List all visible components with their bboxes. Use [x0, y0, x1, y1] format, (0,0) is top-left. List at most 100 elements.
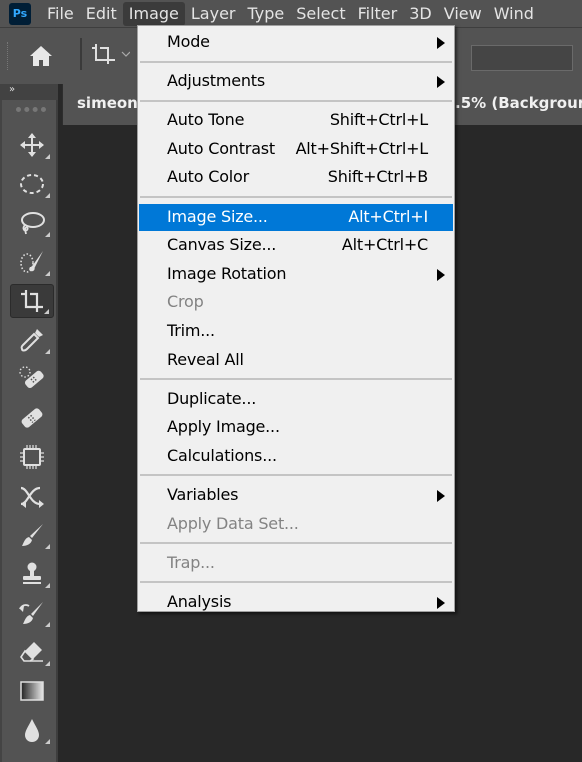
menu-item-label: Auto Tone — [167, 110, 245, 130]
submenu-arrow-icon — [437, 37, 445, 49]
elliptical-marquee-tool[interactable] — [10, 167, 54, 201]
healing-brush-tool[interactable] — [10, 401, 54, 435]
menu-separator — [140, 99, 452, 102]
gradient-tool[interactable] — [10, 674, 54, 708]
menu-item-reveal-all[interactable]: Reveal All — [139, 347, 453, 374]
menu-item-apply-data-set: Apply Data Set... — [139, 511, 453, 538]
menu-item-analysis[interactable]: Analysis — [139, 589, 453, 616]
brush-icon — [22, 524, 43, 546]
menu-item-mode[interactable]: Mode — [139, 29, 453, 56]
patch-tool[interactable] — [10, 440, 54, 474]
patch-icon — [20, 445, 44, 469]
eraser-tool[interactable] — [10, 635, 54, 669]
drop-icon — [25, 719, 39, 742]
options-divider — [80, 38, 82, 70]
document-tab-zoom-layer: .5% (Background — [455, 94, 582, 112]
tool-preset-picker[interactable] — [90, 42, 131, 72]
ellipse-marquee-icon — [20, 174, 44, 194]
move-icon — [20, 133, 44, 157]
eyedropper-icon — [20, 329, 43, 352]
menu-item-label: Reveal All — [167, 349, 244, 369]
clone-stamp-tool[interactable] — [10, 557, 54, 591]
menu-item-image-rotation[interactable]: Image Rotation — [139, 261, 453, 288]
menu-item-trim[interactable]: Trim... — [139, 318, 453, 345]
submenu-indicator — [44, 309, 49, 314]
menu-item-variables[interactable]: Variables — [139, 482, 453, 509]
menu-separator — [140, 60, 452, 63]
options-input-field[interactable] — [471, 45, 573, 71]
stamp-icon — [23, 562, 41, 584]
menu-filter[interactable]: Filter — [352, 2, 404, 26]
gradient-icon — [20, 681, 44, 701]
crop-tool[interactable] — [10, 284, 54, 318]
history-brush-icon — [19, 602, 43, 624]
submenu-indicator — [45, 193, 50, 198]
lasso-tool[interactable] — [10, 206, 54, 240]
menu-item-label: Adjustments — [167, 71, 265, 91]
toolbar-header: » — [0, 84, 58, 100]
submenu-arrow-icon — [437, 489, 445, 502]
options-bar-grip[interactable] — [7, 42, 10, 70]
blur-tool[interactable] — [10, 713, 54, 747]
home-icon — [30, 46, 52, 66]
document-tab-title: simeon- — [77, 94, 145, 112]
menu-item-calculations[interactable]: Calculations... — [139, 443, 453, 470]
menu-item-label: Auto Contrast — [167, 138, 276, 158]
menu-item-label: Calculations... — [167, 445, 277, 465]
eyedropper-tool[interactable] — [10, 323, 54, 357]
menu-window[interactable]: Wind — [488, 2, 540, 26]
menu-item-label: Apply Data Set... — [167, 513, 299, 533]
menu-item-shortcut: Alt+Ctrl+I — [348, 206, 428, 226]
menu-item-canvas-size[interactable]: Canvas Size... Alt+Ctrl+C — [139, 232, 453, 259]
menu-item-label: Image Size... — [167, 206, 268, 226]
eraser-icon — [20, 642, 43, 662]
spot-healing-brush-tool[interactable] — [10, 362, 54, 396]
quick-selection-tool[interactable] — [10, 245, 54, 279]
menu-item-shortcut: Shift+Ctrl+B — [327, 167, 428, 187]
submenu-arrow-icon — [437, 596, 445, 609]
submenu-indicator — [45, 271, 50, 276]
crop-icon — [92, 44, 131, 64]
menu-item-label: Mode — [167, 32, 210, 51]
menu-item-apply-image[interactable]: Apply Image... — [139, 414, 453, 441]
tools-panel-grip[interactable] — [16, 107, 46, 112]
menu-item-image-size[interactable]: Image Size... Alt+Ctrl+I — [139, 203, 453, 231]
menu-item-adjustments[interactable]: Adjustments — [139, 68, 453, 95]
menu-separator — [140, 542, 452, 545]
menu-edit[interactable]: Edit — [80, 2, 123, 26]
toolbar-expand-button[interactable]: » — [9, 84, 15, 95]
menu-item-shortcut: Alt+Ctrl+C — [341, 235, 428, 255]
submenu-arrow-icon — [437, 76, 445, 89]
submenu-indicator — [45, 622, 50, 627]
crop-icon — [21, 290, 43, 312]
menu-image[interactable]: Image — [122, 1, 185, 26]
submenu-indicator — [45, 739, 50, 744]
history-brush-tool[interactable] — [10, 596, 54, 630]
menu-bar: Ps File Edit Image Layer Type Select Fil… — [0, 0, 582, 27]
move-tool[interactable] — [10, 128, 54, 162]
menu-separator — [140, 581, 452, 584]
home-button[interactable] — [28, 44, 54, 72]
lasso-icon — [21, 212, 45, 235]
menu-layer[interactable]: Layer — [185, 2, 242, 26]
menu-type[interactable]: Type — [241, 2, 290, 26]
menu-file[interactable]: File — [41, 2, 80, 26]
quick-selection-icon — [20, 251, 43, 273]
menu-item-auto-color[interactable]: Auto Color Shift+Ctrl+B — [139, 164, 453, 191]
menu-3d[interactable]: 3D — [403, 2, 438, 26]
menu-item-label: Variables — [167, 484, 239, 504]
menu-item-auto-tone[interactable]: Auto Tone Shift+Ctrl+L — [139, 107, 453, 134]
menu-separator — [140, 378, 452, 381]
menu-item-label: Apply Image... — [167, 417, 280, 437]
menu-view[interactable]: View — [438, 2, 488, 26]
menu-item-label: Duplicate... — [167, 388, 257, 408]
menu-select[interactable]: Select — [290, 2, 351, 26]
bandage-icon — [21, 408, 43, 428]
menu-item-duplicate[interactable]: Duplicate... — [139, 386, 453, 413]
menu-item-auto-contrast[interactable]: Auto Contrast Alt+Shift+Ctrl+L — [139, 136, 453, 163]
menu-item-label: Crop — [167, 292, 204, 312]
submenu-indicator — [45, 661, 50, 666]
spot-healing-icon — [19, 366, 44, 389]
brush-tool[interactable] — [10, 518, 54, 552]
content-aware-move-tool[interactable] — [10, 479, 54, 513]
